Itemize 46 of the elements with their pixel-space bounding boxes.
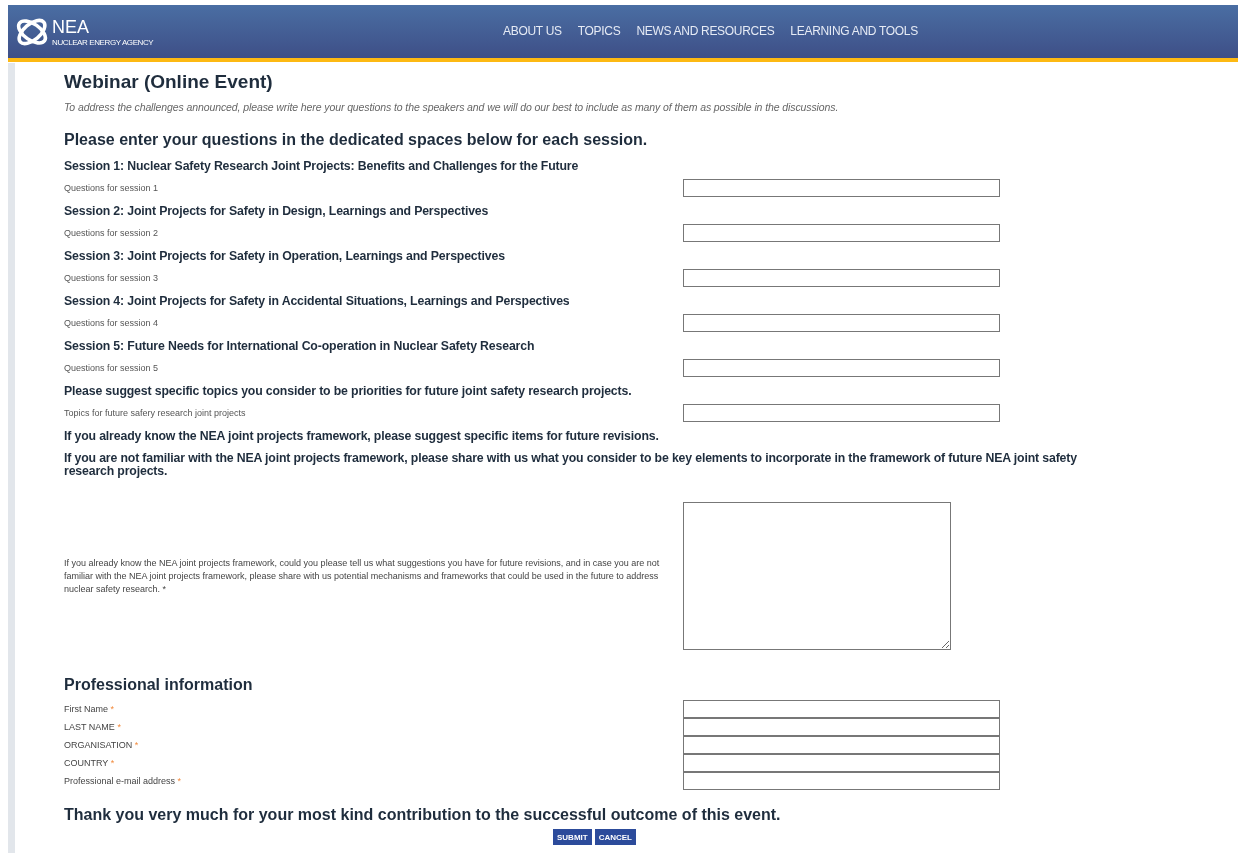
question-heading: Please suggest specific topics you consider to be priorities for future joint safety research projects.: [64, 383, 633, 400]
nav-link[interactable]: ABOUT US: [503, 24, 562, 38]
question-heading: Session 3: Joint Projects for Safety in Operation, Learnings and Perspectives: [64, 248, 506, 265]
text-field[interactable]: [683, 179, 1000, 197]
field-label: Questions for session 5: [64, 361, 159, 375]
field-label: ORGANISATION *: [64, 738, 139, 752]
field-label: First Name *: [64, 702, 115, 716]
text-field[interactable]: [683, 718, 1000, 736]
text-field[interactable]: [683, 269, 1000, 287]
logo-name: NEA: [52, 16, 90, 37]
field-label: COUNTRY *: [64, 756, 115, 770]
page-title: Webinar (Online Event): [64, 71, 274, 93]
text-field[interactable]: [683, 314, 1000, 332]
field-label: Questions for session 4: [64, 316, 159, 330]
question-heading: Session 5: Future Needs for International Co-operation in Nuclear Safety Research: [64, 338, 536, 355]
field-label: Questions for session 2: [64, 226, 159, 240]
nav-link[interactable]: LEARNING AND TOOLS: [790, 24, 918, 38]
field-label: Professional e-mail address *: [64, 774, 182, 788]
form-button[interactable]: SUBMIT: [553, 829, 592, 845]
logo-subtitle: NUCLEAR ENERGY AGENCY: [52, 37, 154, 47]
question-heading: Session 2: Joint Projects for Safety in Design, Learnings and Perspectives: [64, 203, 490, 220]
field-label: Questions for session 1: [64, 181, 159, 195]
text-field[interactable]: [683, 700, 1000, 718]
field-label: Topics for future safery research joint projects: [64, 406, 246, 420]
text-field[interactable]: [683, 736, 1000, 754]
text-area[interactable]: [683, 502, 951, 650]
intro-text: To address the challenges announced, please write here your questions to the speakers and we will do our best to include as many of them as possible in the discussions.: [64, 101, 840, 113]
nav-link[interactable]: TOPICS: [577, 24, 621, 38]
form-button[interactable]: CANCEL: [594, 829, 636, 845]
field-label: LAST NAME *: [64, 720, 121, 734]
text-field[interactable]: [683, 359, 1000, 377]
text-field[interactable]: [683, 754, 1000, 772]
question-heading: If you already know the NEA joint projects framework, please suggest specific items for future revisions.: [64, 428, 660, 445]
question-heading: Session 1: Nuclear Safety Research Joint Projects: Benefits and Challenges for the Future: [64, 158, 580, 175]
field-label: Questions for session 3: [64, 271, 159, 285]
text-field[interactable]: [683, 404, 1000, 422]
thanks-message: Thank you very much for your most kind contribution to the successful outcome of this event.: [64, 806, 782, 824]
question-heading: If you are not familiar with the NEA joint projects framework, please share with us what you consider to be key elements to incorporate in the framework of future NEA joint safety research projects.: [64, 450, 1078, 480]
instructions-heading: Please enter your questions in the dedicated spaces below for each session.: [64, 131, 649, 149]
logo[interactable]: NEA NUCLEAR ENERGY AGENCY: [14, 13, 154, 50]
field-label: If you already know the NEA joint projects framework, could you please tell us what suggestions you have for future revisions, and in case you are not familiar with the NEA joint projects framework, please share with us potential mechanisms and frameworks that could be used in the future to address nuclear safety research. *: [64, 556, 661, 596]
text-field[interactable]: [683, 224, 1000, 242]
text-field[interactable]: [683, 772, 1000, 790]
section-title: Professional information: [64, 676, 254, 694]
question-heading: Session 4: Joint Projects for Safety in Accidental Situations, Learnings and Perspectives: [64, 293, 571, 310]
nav-link[interactable]: NEWS AND RESOURCES: [636, 24, 775, 38]
